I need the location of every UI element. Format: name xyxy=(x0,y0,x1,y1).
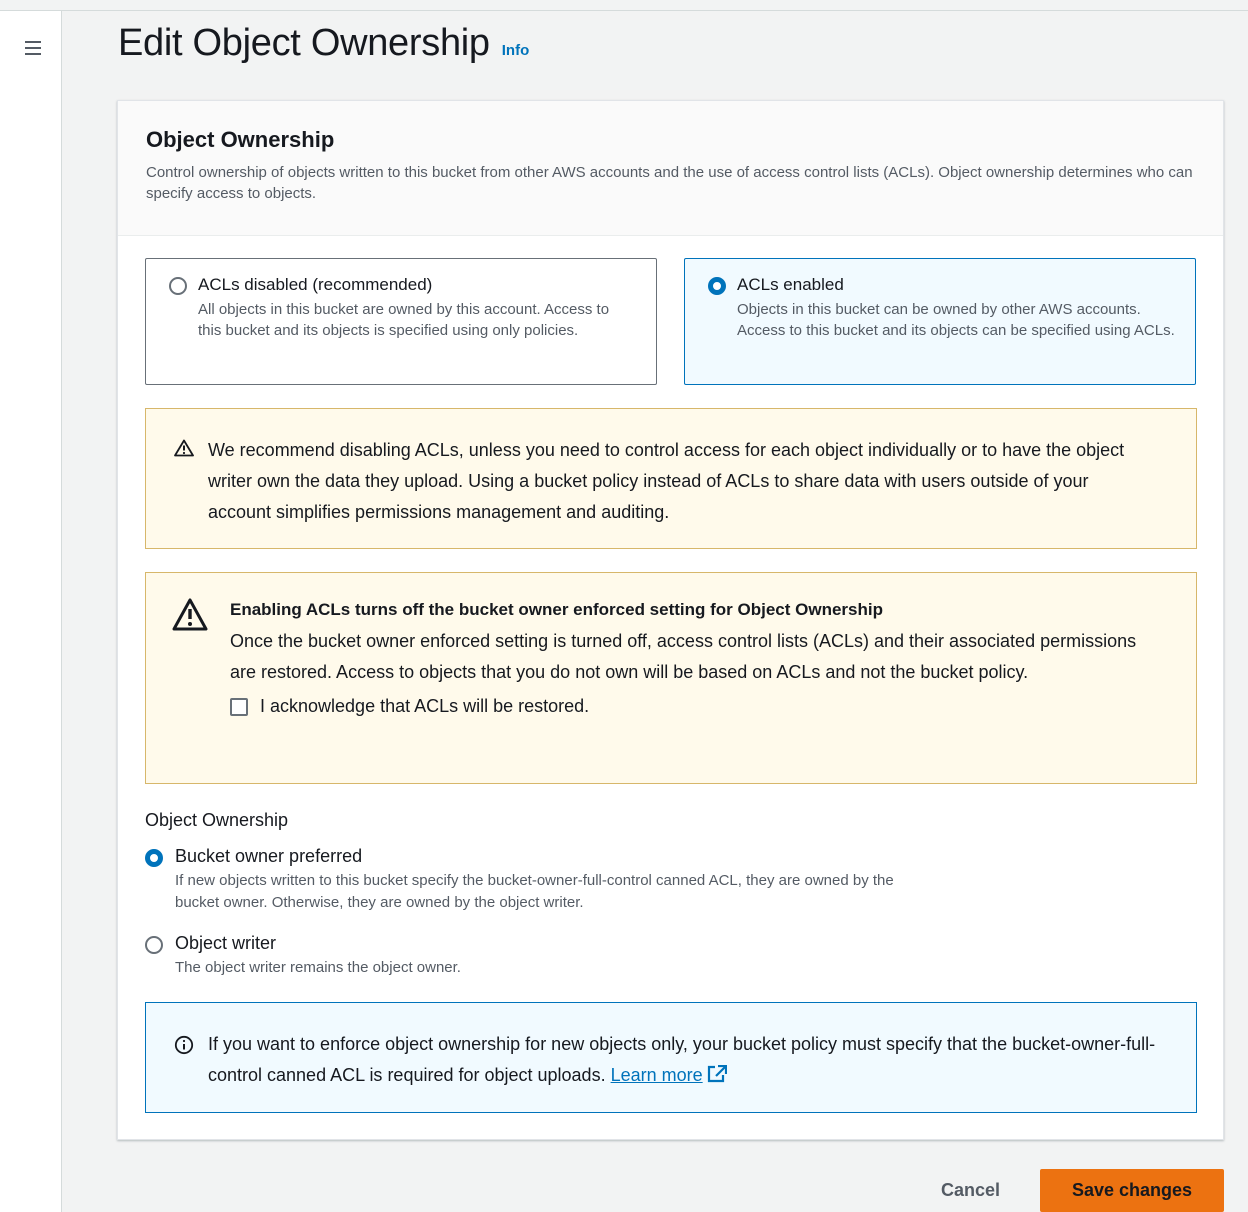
acknowledge-checkbox[interactable] xyxy=(230,697,248,716)
alert-text: If you want to enforce object ownership … xyxy=(208,1029,1156,1091)
info-link[interactable]: Info xyxy=(502,42,530,59)
recommend-disable-acls-alert: We recommend disabling ACLs, unless you … xyxy=(145,408,1197,549)
side-navigation-rail xyxy=(0,11,62,1212)
section-title: Object Ownership xyxy=(146,127,335,152)
enable-acls-warning-alert: Enabling ACLs turns off the bucket owner… xyxy=(145,572,1197,784)
external-link-icon[interactable] xyxy=(707,1065,727,1083)
acknowledge-row[interactable]: I acknowledge that ACLs will be restored… xyxy=(230,696,1156,717)
radio-acls-enabled[interactable] xyxy=(708,277,726,295)
menu-icon[interactable] xyxy=(25,41,41,55)
alert-title: Enabling ACLs turns off the bucket owner… xyxy=(230,600,883,619)
object-ownership-panel: Object Ownership Control ownership of ob… xyxy=(117,100,1224,1140)
alert-text: We recommend disabling ACLs, unless you … xyxy=(208,440,1125,522)
cancel-button[interactable]: Cancel xyxy=(941,1170,1000,1211)
panel-header: Object Ownership Control ownership of ob… xyxy=(118,101,1223,236)
save-changes-button[interactable]: Save changes xyxy=(1040,1169,1224,1212)
ownership-field-label: Object Ownership xyxy=(145,810,289,830)
warning-icon xyxy=(174,439,194,457)
enforce-ownership-info-alert: If you want to enforce object ownership … xyxy=(145,1002,1197,1113)
tile-acls-enabled[interactable]: ACLs enabled Objects in this bucket can … xyxy=(684,258,1196,385)
option-label[interactable]: Object writer xyxy=(175,933,461,954)
alert-text: Once the bucket owner enforced setting i… xyxy=(230,631,1137,682)
tile-description: All objects in this bucket are owned by … xyxy=(198,301,610,339)
form-actions: Cancel Save changes xyxy=(941,1169,1224,1212)
tile-label: ACLs enabled xyxy=(737,275,844,294)
page-header: Edit Object Ownership Info xyxy=(118,22,529,65)
option-label[interactable]: Bucket owner preferred xyxy=(175,846,935,867)
radio-bucket-owner-preferred[interactable] xyxy=(145,849,163,867)
section-description: Control ownership of objects written to … xyxy=(146,164,1193,202)
option-bucket-owner-preferred[interactable]: Bucket owner preferred If new objects wr… xyxy=(145,846,935,914)
info-circle-icon xyxy=(174,1035,194,1055)
top-divider xyxy=(0,10,1248,11)
learn-more-link[interactable]: Learn more xyxy=(611,1065,703,1085)
option-description: If new objects written to this bucket sp… xyxy=(175,872,894,911)
warning-icon xyxy=(172,598,208,631)
option-description: The object writer remains the object own… xyxy=(175,959,461,976)
radio-acls-disabled[interactable] xyxy=(169,277,187,295)
radio-object-writer[interactable] xyxy=(145,936,163,954)
tile-acls-disabled[interactable]: ACLs disabled (recommended) All objects … xyxy=(145,258,657,385)
tile-description: Objects in this bucket can be owned by o… xyxy=(737,301,1175,339)
tile-label: ACLs disabled (recommended) xyxy=(198,275,433,294)
acknowledge-label[interactable]: I acknowledge that ACLs will be restored… xyxy=(260,696,589,717)
option-object-writer[interactable]: Object writer The object writer remains … xyxy=(145,933,461,979)
page-title: Edit Object Ownership xyxy=(118,22,490,64)
